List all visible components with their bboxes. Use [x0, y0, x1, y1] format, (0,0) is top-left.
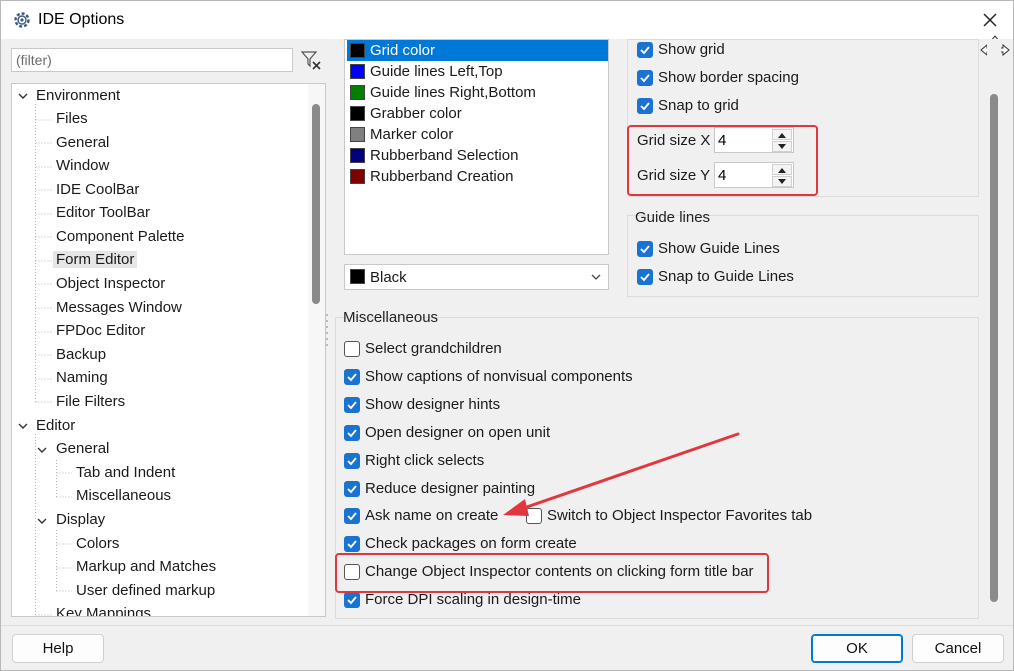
tree-item-form-editor[interactable]: Form Editor: [53, 249, 138, 271]
tree-item-backup[interactable]: Backup: [56, 344, 106, 366]
tree-item-markup-and-matches[interactable]: Markup and Matches: [76, 556, 216, 578]
tree-item-messages-window[interactable]: Messages Window: [56, 297, 182, 319]
tree-item-key-mappings[interactable]: Key Mappings: [56, 603, 151, 616]
color-swatch: [350, 43, 365, 58]
chevron-down-icon: [591, 274, 601, 280]
tree-item-general[interactable]: General: [56, 132, 109, 154]
color-swatch: [350, 169, 365, 184]
collapse-editor-general-icon[interactable]: [36, 444, 48, 456]
ok-button[interactable]: OK: [811, 634, 903, 663]
tree-scrollbar-thumb[interactable]: [312, 104, 320, 304]
tree-item-tab-and-indent[interactable]: Tab and Indent: [76, 462, 175, 484]
cancel-button[interactable]: Cancel: [912, 634, 1004, 663]
tree-scrollbar[interactable]: [308, 84, 325, 616]
title-bar: IDE Options: [1, 1, 1013, 39]
tree-item-window[interactable]: Window: [56, 155, 109, 177]
footer-divider: [1, 625, 1013, 626]
color-item-grabber[interactable]: Grabber color: [347, 103, 608, 124]
annotation-arrow-icon: [503, 432, 740, 516]
tree-item-colors[interactable]: Colors: [76, 533, 119, 555]
tree-item-fpdoc-editor[interactable]: FPDoc Editor: [56, 320, 145, 342]
color-item-rubberband-selection[interactable]: Rubberband Selection: [347, 145, 608, 166]
collapse-editor-icon[interactable]: [17, 420, 29, 432]
filter-input[interactable]: [11, 48, 293, 72]
color-list[interactable]: Grid color Guide lines Left,Top Guide li…: [344, 39, 609, 255]
color-item-marker[interactable]: Marker color: [347, 124, 608, 145]
guide-lines-title: Guide lines: [635, 209, 711, 226]
tree-item-naming[interactable]: Naming: [56, 367, 108, 389]
color-item-rubberband-creation[interactable]: Rubberband Creation: [347, 166, 608, 187]
tree-item-editor-toolbar[interactable]: Editor ToolBar: [56, 202, 150, 224]
panel-splitter[interactable]: [325, 311, 329, 351]
highlight-grid-size: [627, 125, 818, 196]
color-select[interactable]: Black: [344, 264, 609, 290]
miscellaneous-title: Miscellaneous: [343, 309, 439, 326]
tree-item-environment[interactable]: Environment: [36, 85, 120, 107]
color-item-guide-left-top[interactable]: Guide lines Left,Top: [347, 61, 608, 82]
color-swatch: [350, 269, 365, 284]
color-item-guide-right-bottom[interactable]: Guide lines Right,Bottom: [347, 82, 608, 103]
color-swatch: [350, 148, 365, 163]
color-swatch: [350, 85, 365, 100]
ide-options-window: IDE Options (filter) Environment Files G…: [0, 0, 1014, 671]
app-gear-icon: [14, 12, 30, 28]
tree-item-editor-general[interactable]: General: [56, 438, 109, 460]
tree-item-component-palette[interactable]: Component Palette: [56, 226, 184, 248]
color-swatch: [350, 127, 365, 142]
window-title: IDE Options: [38, 11, 125, 28]
tree-item-object-inspector[interactable]: Object Inspector: [56, 273, 165, 295]
tree-item-file-filters[interactable]: File Filters: [56, 391, 125, 413]
help-button[interactable]: Help: [12, 634, 104, 663]
tree-item-display[interactable]: Display: [56, 509, 105, 531]
clear-filter-icon[interactable]: [299, 48, 323, 72]
tree-item-user-defined-markup[interactable]: User defined markup: [76, 580, 215, 602]
tree-item-ide-coolbar[interactable]: IDE CoolBar: [56, 179, 139, 201]
tree-item-miscellaneous[interactable]: Miscellaneous: [76, 485, 171, 507]
color-item-grid[interactable]: Grid color: [347, 40, 608, 61]
options-tree[interactable]: Environment Files General Window IDE Coo…: [11, 83, 326, 617]
tree-item-files[interactable]: Files: [56, 108, 88, 130]
close-icon: [983, 13, 997, 27]
color-swatch: [350, 64, 365, 79]
options-scrollbar-thumb[interactable]: [990, 94, 998, 602]
color-swatch: [350, 106, 365, 121]
collapse-display-icon[interactable]: [36, 515, 48, 527]
collapse-environment-icon[interactable]: [17, 90, 29, 102]
highlight-change-object-inspector: [335, 553, 769, 593]
tree-item-editor[interactable]: Editor: [36, 415, 75, 437]
options-scrollbar[interactable]: [987, 39, 1001, 607]
